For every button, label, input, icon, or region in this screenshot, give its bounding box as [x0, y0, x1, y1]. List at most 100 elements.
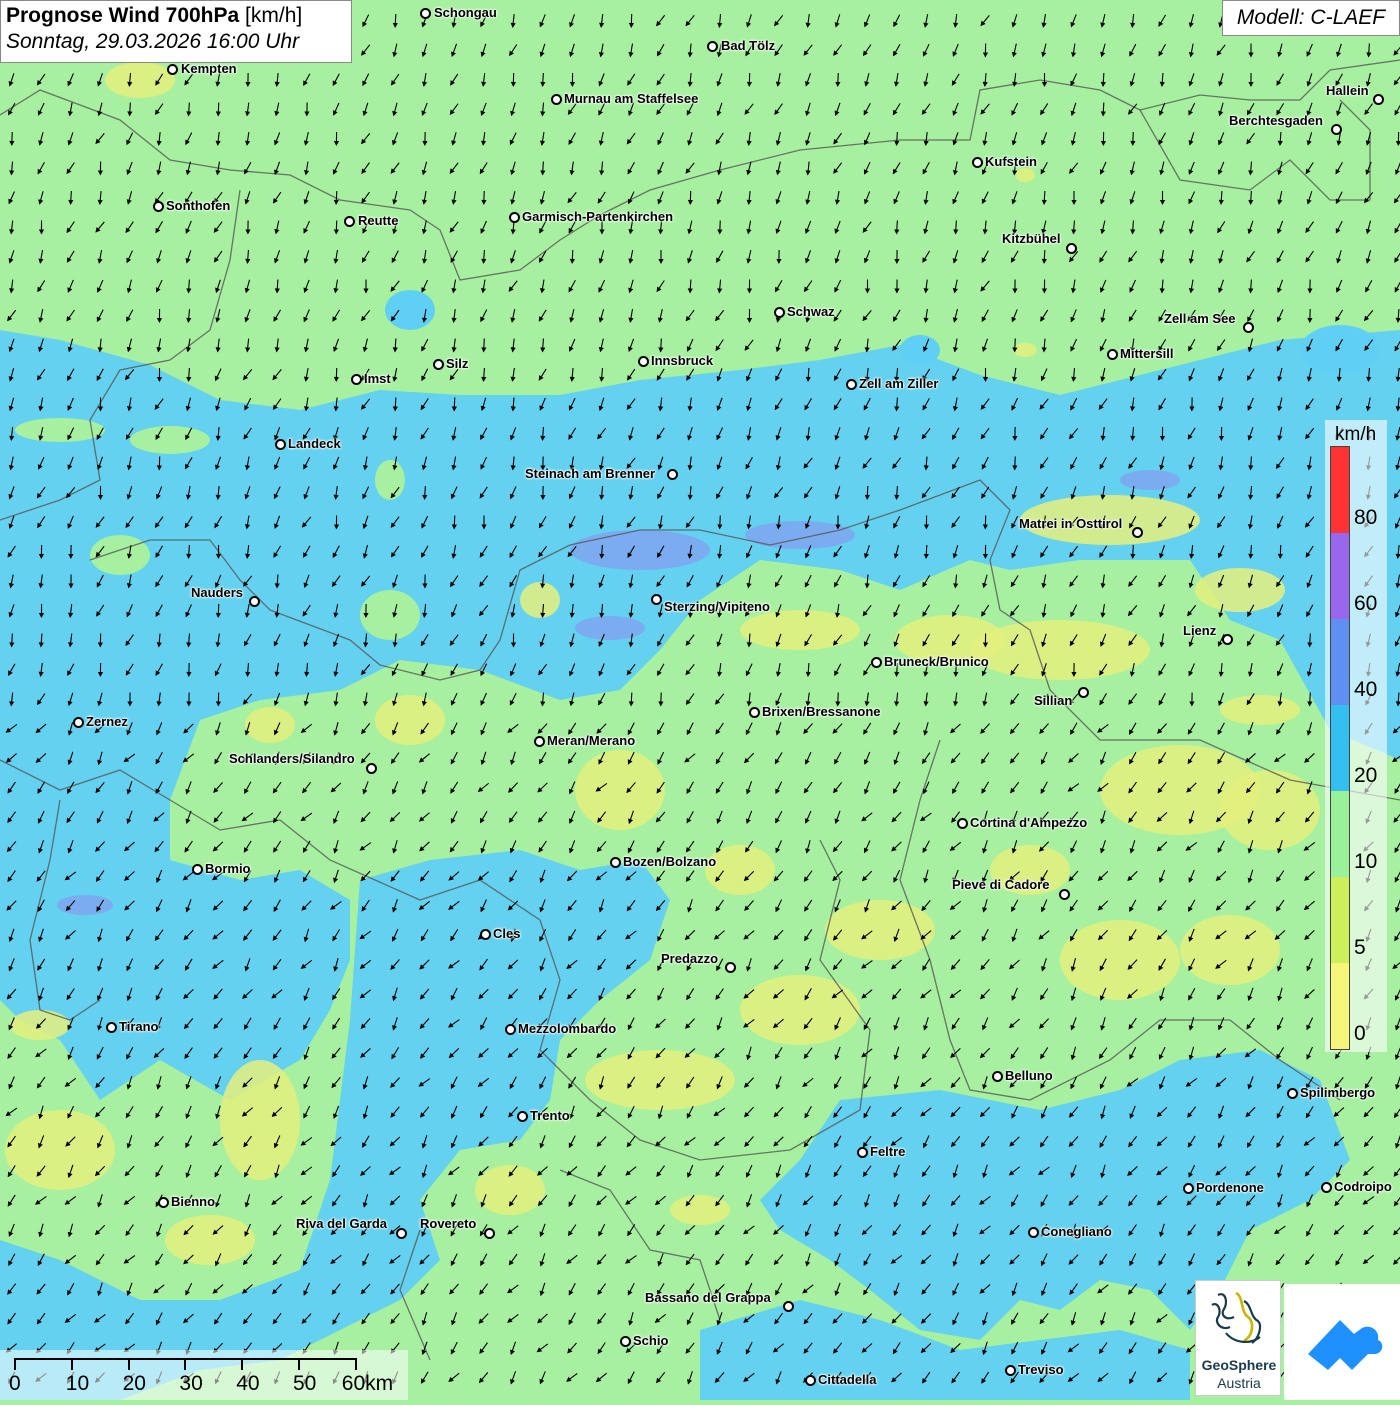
legend-swatch	[1331, 533, 1349, 619]
city-label: Lienz	[1183, 623, 1216, 638]
city-marker[interactable]	[846, 379, 857, 390]
city-label: Predazzo	[661, 951, 718, 966]
scale-label: 0	[9, 1372, 21, 1396]
city-marker[interactable]	[505, 1024, 516, 1035]
forecast-datetime: Sonntag, 29.03.2026 16:00 Uhr	[6, 30, 346, 54]
city-label: Bassano del Grappa	[645, 1290, 771, 1305]
city-marker[interactable]	[1373, 94, 1384, 105]
city-marker[interactable]	[396, 1228, 407, 1239]
city-marker[interactable]	[1005, 1365, 1016, 1376]
city-marker[interactable]	[275, 439, 286, 450]
city-label: Zell am See	[1164, 311, 1236, 326]
city-marker[interactable]	[638, 356, 649, 367]
city-marker[interactable]	[1321, 1182, 1332, 1193]
city-marker[interactable]	[783, 1301, 794, 1312]
geosphere-logo[interactable]: GeoSphere Austria	[1195, 1280, 1281, 1396]
legend-swatch	[1331, 791, 1349, 877]
city-marker[interactable]	[725, 962, 736, 973]
city-label: Trento	[530, 1108, 570, 1123]
city-marker[interactable]	[1059, 889, 1070, 900]
city-marker[interactable]	[366, 763, 377, 774]
city-marker[interactable]	[167, 64, 178, 75]
city-marker[interactable]	[667, 469, 678, 480]
city-marker[interactable]	[153, 201, 164, 212]
city-marker[interactable]	[972, 157, 983, 168]
city-marker[interactable]	[1287, 1088, 1298, 1099]
city-marker[interactable]	[651, 594, 662, 605]
scale-tick	[355, 1358, 357, 1370]
city-label: Sillian	[1034, 693, 1072, 708]
city-label: Bienno	[171, 1194, 215, 1209]
city-marker[interactable]	[857, 1147, 868, 1158]
city-label: Berchtesgaden	[1229, 113, 1323, 128]
city-marker[interactable]	[480, 929, 491, 940]
city-marker[interactable]	[351, 374, 362, 385]
city-marker[interactable]	[1078, 687, 1089, 698]
city-label: Kufstein	[985, 154, 1037, 169]
scale-label: 10	[66, 1372, 89, 1396]
city-label: Innsbruck	[651, 353, 713, 368]
city-marker[interactable]	[1222, 634, 1233, 645]
city-marker[interactable]	[484, 1228, 495, 1239]
city-marker[interactable]	[249, 596, 260, 607]
city-marker[interactable]	[1132, 527, 1143, 538]
city-marker[interactable]	[1183, 1183, 1194, 1194]
city-marker[interactable]	[871, 657, 882, 668]
city-label: Cles	[493, 926, 520, 941]
city-marker[interactable]	[774, 307, 785, 318]
legend-label: 20	[1354, 764, 1377, 788]
city-label: Zernez	[86, 714, 128, 729]
logo-line2: Austria	[1196, 1375, 1282, 1391]
city-marker[interactable]	[957, 818, 968, 829]
city-marker[interactable]	[509, 212, 520, 223]
city-marker[interactable]	[192, 864, 203, 875]
model-label: Modell: C-LAEF	[1222, 0, 1400, 36]
city-marker[interactable]	[992, 1071, 1003, 1082]
city-marker[interactable]	[534, 736, 545, 747]
city-marker[interactable]	[158, 1197, 169, 1208]
city-marker[interactable]	[1028, 1227, 1039, 1238]
city-label: Spilimbergo	[1300, 1085, 1375, 1100]
city-marker[interactable]	[1243, 322, 1254, 333]
city-marker[interactable]	[551, 94, 562, 105]
city-label: Hallein	[1326, 83, 1369, 98]
legend-swatch	[1331, 619, 1349, 705]
app-logo[interactable]	[1284, 1284, 1400, 1400]
city-label: Codroipo	[1334, 1179, 1392, 1194]
city-label: Steinach am Brenner	[525, 466, 655, 481]
legend-label: 40	[1354, 678, 1377, 702]
city-label: Schio	[633, 1333, 668, 1348]
city-marker[interactable]	[707, 41, 718, 52]
city-label: Schlanders/Silandro	[229, 751, 355, 766]
city-marker[interactable]	[805, 1375, 816, 1386]
city-label: Imst	[364, 371, 391, 386]
city-marker[interactable]	[610, 857, 621, 868]
city-label: Cittadella	[818, 1372, 877, 1387]
city-marker[interactable]	[1331, 124, 1342, 135]
city-label: Meran/Merano	[547, 733, 635, 748]
scale-tick	[241, 1358, 243, 1370]
city-marker[interactable]	[433, 359, 444, 370]
city-marker[interactable]	[73, 717, 84, 728]
city-label: Schwaz	[787, 304, 835, 319]
city-marker[interactable]	[620, 1336, 631, 1347]
scale-label: 60km	[342, 1372, 393, 1396]
city-marker[interactable]	[106, 1022, 117, 1033]
city-marker[interactable]	[420, 8, 431, 19]
scale-tick	[128, 1358, 130, 1370]
city-marker[interactable]	[1107, 349, 1118, 360]
city-label: Garmisch-Partenkirchen	[522, 209, 673, 224]
city-label: Bozen/Bolzano	[623, 854, 716, 869]
legend-swatch	[1331, 447, 1349, 533]
city-label: Cortina d'Ampezzo	[970, 815, 1087, 830]
title-unit: [km/h]	[245, 4, 302, 27]
city-marker[interactable]	[1066, 243, 1077, 254]
city-marker[interactable]	[344, 216, 355, 227]
geosphere-emblem-icon	[1196, 1281, 1282, 1357]
city-label: Murnau am Staffelsee	[564, 91, 698, 106]
city-marker[interactable]	[517, 1111, 528, 1122]
city-marker[interactable]	[749, 707, 760, 718]
city-label: Mittersill	[1120, 346, 1173, 361]
city-label: Pieve di Cadore	[952, 877, 1050, 892]
title-text: Prognose Wind 700hPa	[6, 4, 239, 27]
